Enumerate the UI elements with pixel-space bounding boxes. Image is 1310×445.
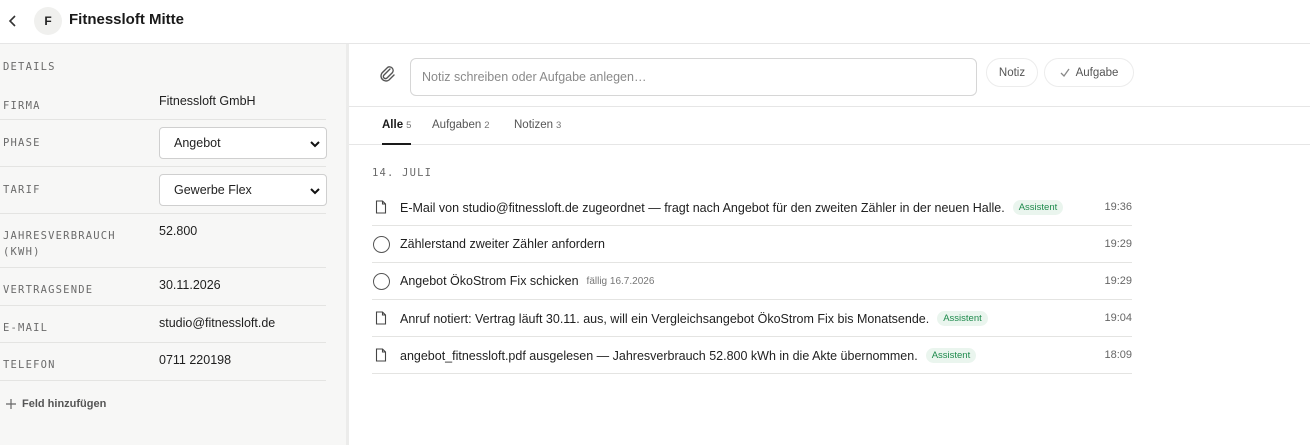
due-date: fällig 16.7.2026 [586, 275, 655, 287]
circle-icon [372, 272, 390, 290]
task-button-label: Aufgabe [1075, 66, 1119, 79]
timeline-item-time: 19:36 [1104, 201, 1132, 213]
task-checkbox[interactable] [372, 272, 390, 290]
chevron-left-icon [8, 15, 16, 27]
note-input-placeholder: Notiz schreiben oder Aufgabe anlegen… [422, 70, 647, 84]
field-label: VERTRAGSENDE [3, 284, 94, 296]
document-icon [372, 309, 390, 327]
document-icon [372, 198, 390, 216]
assistant-badge: Assistent [925, 348, 977, 363]
field-row-email: E-MAIL studio@fitnessloft.de [0, 306, 326, 343]
field-label: FIRMA [3, 100, 41, 112]
back-button[interactable] [4, 10, 22, 32]
add-field-label: Feld hinzufügen [22, 398, 107, 410]
timeline-item-text: Anruf notiert: Vertrag läuft 30.11. aus,… [400, 311, 930, 326]
field-row-tarif: TARIF Gewerbe Flex [0, 167, 327, 214]
field-value[interactable]: 0711 220198 [159, 353, 231, 367]
chevron-down-icon [310, 141, 320, 148]
paperclip-icon [380, 66, 395, 82]
field-row-firma: FIRMA Fitnessloft GmbH [0, 87, 326, 120]
note-button[interactable]: Notiz [986, 58, 1038, 87]
tab-count: 5 [406, 120, 412, 131]
plus-icon [6, 399, 16, 409]
task-button[interactable]: Aufgabe [1044, 58, 1134, 87]
timeline-item: angebot_fitnessloft.pdf ausgelesen — Jah… [372, 337, 1132, 374]
field-value[interactable]: studio@fitnessloft.de [159, 316, 275, 330]
tarif-select[interactable]: Gewerbe Flex [159, 174, 327, 206]
timeline-item: Zählerstand zweiter Zähler anfordern 19:… [372, 226, 1132, 263]
tab-notizen[interactable]: Notizen 3 [514, 119, 561, 145]
assistant-badge: Assistent [937, 311, 988, 326]
timeline-item: E-Mail von studio@fitnessloft.de zugeord… [372, 189, 1132, 226]
add-field-button[interactable]: Feld hinzufügen [6, 398, 106, 410]
timeline-tabs: Alle 5 Aufgaben 2 Notizen 3 [349, 107, 1310, 145]
field-row-phase: PHASE Angebot [0, 120, 327, 167]
timeline-item-time: 19:29 [1104, 238, 1132, 250]
tarif-select-value: Gewerbe Flex [174, 183, 252, 197]
page-header: F Fitnessloft Mitte [0, 0, 1310, 44]
field-label: JAHRESVERBRAUCH [3, 230, 116, 242]
tab-label: Aufgaben [432, 119, 482, 131]
timeline-item-time: 19:29 [1104, 275, 1132, 287]
timeline-item: Angebot ÖkoStrom Fix schicken fällig 16.7… [372, 263, 1132, 300]
composer: Notiz schreiben oder Aufgabe anlegen… No… [349, 44, 1310, 107]
field-value[interactable]: Fitnessloft GmbH [159, 94, 256, 108]
chevron-down-icon [310, 188, 320, 195]
field-row-vertragsende: VERTRAGSENDE 30.11.2026 [0, 268, 326, 306]
tab-count: 3 [556, 120, 562, 131]
field-value[interactable]: 52.800 [159, 224, 197, 238]
field-label-unit: (KWH) [3, 246, 41, 258]
tab-count: 2 [484, 120, 490, 131]
tab-label: Notizen [514, 119, 553, 131]
date-heading: 14. JULI [372, 167, 433, 179]
tab-aufgaben[interactable]: Aufgaben 2 [432, 119, 490, 145]
field-label: PHASE [3, 137, 41, 149]
field-row-jahresverbrauch: JAHRESVERBRAUCH (KWH) 52.800 [0, 214, 326, 268]
assistant-badge: Assistent [1012, 200, 1064, 215]
circle-icon [372, 235, 390, 253]
timeline-item-text: Angebot ÖkoStrom Fix schicken [400, 274, 579, 288]
timeline-item-time: 19:04 [1104, 312, 1132, 324]
field-value[interactable]: 30.11.2026 [159, 278, 221, 292]
field-label: TARIF [3, 184, 41, 196]
phase-select-value: Angebot [174, 136, 221, 150]
document-icon [372, 346, 390, 364]
timeline-item-text: E-Mail von studio@fitnessloft.de zugeord… [400, 200, 1005, 215]
field-label: E-MAIL [3, 322, 49, 334]
attach-button[interactable] [378, 64, 396, 84]
field-row-telefon: TELEFON 0711 220198 [0, 343, 326, 381]
page-title: Fitnessloft Mitte [69, 11, 184, 28]
tab-label: Alle [382, 119, 404, 131]
tab-alle[interactable]: Alle 5 [382, 119, 412, 145]
avatar: F [34, 7, 62, 35]
timeline-item-time: 18:09 [1104, 349, 1132, 361]
details-panel: DETAILS FIRMA Fitnessloft GmbH PHASE Ang… [0, 44, 346, 445]
details-heading: DETAILS [3, 61, 56, 73]
timeline-item: Anruf notiert: Vertrag läuft 30.11. aus,… [372, 300, 1132, 337]
task-checkbox[interactable] [372, 235, 390, 253]
field-label: TELEFON [3, 359, 56, 371]
phase-select[interactable]: Angebot [159, 127, 327, 159]
timeline-item-text: angebot_fitnessloft.pdf ausgelesen — Jah… [400, 348, 918, 363]
check-icon [1060, 68, 1070, 77]
timeline-item-text: Zählerstand zweiter Zähler anfordern [400, 237, 605, 251]
note-input[interactable]: Notiz schreiben oder Aufgabe anlegen… [410, 58, 977, 96]
